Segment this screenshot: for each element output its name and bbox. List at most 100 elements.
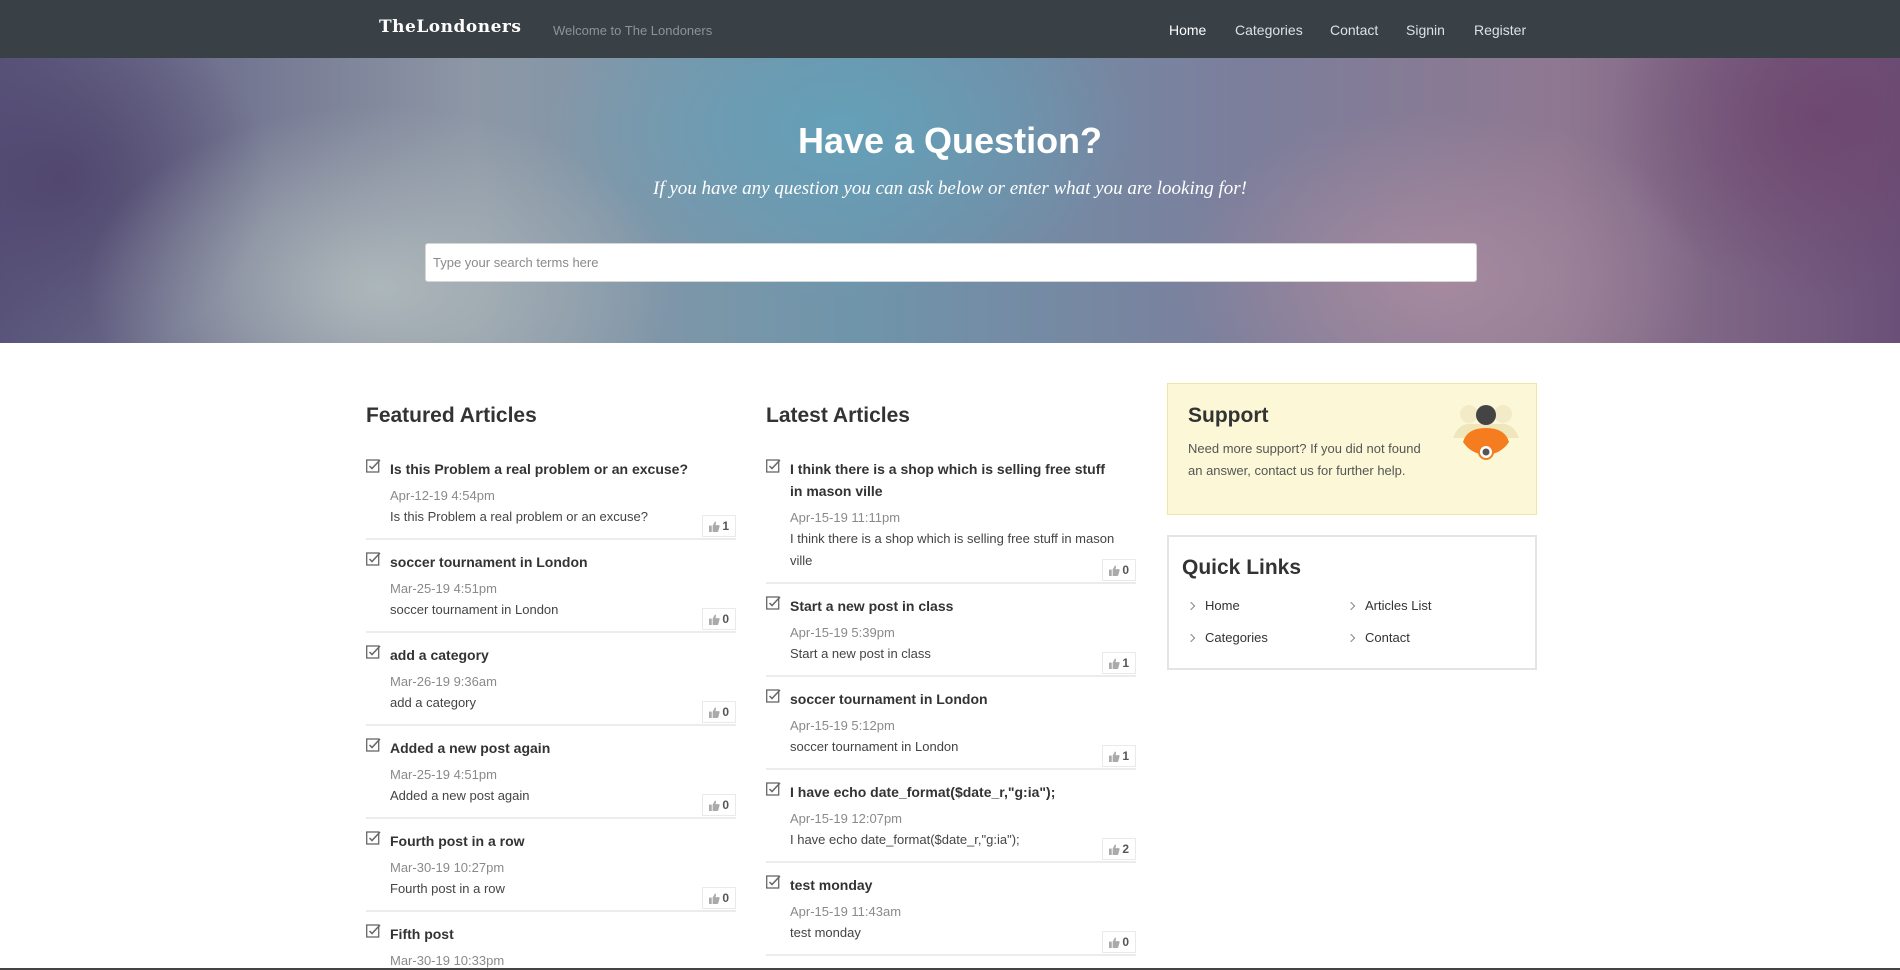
edit-check-icon (766, 689, 781, 703)
article-divider (766, 861, 1136, 863)
like-button[interactable]: 0 (702, 887, 736, 909)
article-excerpt: Start a new post in class (790, 646, 931, 661)
like-button[interactable]: 0 (702, 794, 736, 816)
like-count: 0 (722, 798, 729, 812)
nav-home[interactable]: Home (1169, 22, 1206, 38)
article-title-link[interactable]: Fifth post (390, 923, 720, 945)
like-button[interactable]: 1 (1102, 745, 1136, 767)
quick-link-label: Articles List (1365, 598, 1432, 613)
quick-links-title: Quick Links (1182, 556, 1302, 579)
article-title-link[interactable]: soccer tournament in London (790, 688, 1120, 710)
latest-article: test monday Apr-15-19 11:43am test monda… (766, 874, 1136, 956)
article-date: Apr-12-19 4:54pm (390, 488, 495, 503)
support-agent-icon (1453, 405, 1519, 460)
thumbs-up-icon (1109, 658, 1120, 669)
article-title-link[interactable]: add a category (390, 644, 720, 666)
quick-link-articles-list[interactable]: Articles List (1346, 598, 1432, 613)
article-title-link[interactable]: test monday (790, 874, 1120, 896)
article-date: Apr-15-19 11:43am (790, 904, 902, 919)
thumbs-up-icon (1109, 751, 1120, 762)
like-count: 1 (722, 519, 729, 533)
edit-check-icon (366, 552, 381, 566)
edit-check-icon (366, 645, 381, 659)
quick-link-home[interactable]: Home (1186, 598, 1240, 613)
chevron-right-icon (1346, 601, 1356, 611)
article-divider (766, 768, 1136, 770)
article-divider (766, 954, 1136, 956)
like-count: 2 (1122, 842, 1129, 856)
thumbs-up-icon (709, 893, 720, 904)
article-title-link[interactable]: Added a new post again (390, 737, 720, 759)
article-divider (366, 910, 736, 912)
article-title-link[interactable]: soccer tournament in London (390, 551, 720, 573)
thumbs-up-icon (709, 707, 720, 718)
quick-link-categories[interactable]: Categories (1186, 630, 1268, 645)
featured-article: Is this Problem a real problem or an exc… (366, 458, 736, 540)
chevron-right-icon (1186, 601, 1196, 611)
like-count: 0 (1122, 563, 1129, 577)
latest-article: I have echo date_format($date_r,"g:ia");… (766, 781, 1136, 863)
article-divider (766, 582, 1136, 584)
edit-check-icon (766, 782, 781, 796)
nav-categories[interactable]: Categories (1235, 22, 1303, 38)
like-count: 0 (1122, 935, 1129, 949)
hero-subtitle: If you have any question you can ask bel… (653, 178, 1247, 199)
featured-article: soccer tournament in London Mar-25-19 4:… (366, 551, 736, 633)
article-title-link[interactable]: Fourth post in a row (390, 830, 720, 852)
like-button[interactable]: 0 (1102, 559, 1136, 581)
nav-contact[interactable]: Contact (1330, 22, 1378, 38)
site-logo[interactable]: TheLondoners (379, 17, 521, 37)
article-title-link[interactable]: I have echo date_format($date_r,"g:ia"); (790, 781, 1120, 803)
quick-link-contact[interactable]: Contact (1346, 630, 1410, 645)
article-divider (766, 675, 1136, 677)
like-button[interactable]: 0 (1102, 931, 1136, 953)
featured-article: Fifth post Mar-30-19 10:33pm (366, 923, 736, 970)
article-title-link[interactable]: Start a new post in class (790, 595, 1120, 617)
quick-links-widget: Quick Links Home Articles List Categorie… (1167, 535, 1537, 670)
like-count: 0 (722, 705, 729, 719)
edit-check-icon (366, 831, 381, 845)
like-button[interactable]: 2 (1102, 838, 1136, 860)
latest-article: I think there is a shop which is selling… (766, 458, 1136, 584)
featured-article: add a category Mar-26-19 9:36am add a ca… (366, 644, 736, 726)
featured-article: Fourth post in a row Mar-30-19 10:27pm F… (366, 830, 736, 912)
search-input[interactable] (425, 243, 1477, 282)
latest-article: Start a new post in class Apr-15-19 5:39… (766, 595, 1136, 677)
article-excerpt: Is this Problem a real problem or an exc… (390, 509, 648, 524)
top-navbar: TheLondoners Welcome to The Londoners Ho… (0, 0, 1900, 58)
thumbs-up-icon (1109, 844, 1120, 855)
article-excerpt: add a category (390, 695, 477, 710)
article-divider (366, 817, 736, 819)
like-button[interactable]: 1 (702, 515, 736, 537)
like-button[interactable]: 0 (702, 701, 736, 723)
edit-check-icon (766, 875, 781, 889)
nav-register[interactable]: Register (1474, 22, 1526, 38)
article-excerpt: soccer tournament in London (390, 602, 559, 617)
article-title-link[interactable]: Is this Problem a real problem or an exc… (390, 458, 720, 480)
like-button[interactable]: 1 (1102, 652, 1136, 674)
edit-check-icon (766, 459, 781, 473)
latest-articles-heading: Latest Articles (766, 404, 910, 427)
article-excerpt: Fourth post in a row (390, 881, 505, 896)
article-excerpt: soccer tournament in London (790, 739, 959, 754)
article-title-link[interactable]: I think there is a shop which is selling… (790, 458, 1120, 502)
article-divider (366, 631, 736, 633)
article-date: Mar-25-19 4:51pm (390, 581, 497, 596)
like-count: 1 (1122, 656, 1129, 670)
hero-banner: Have a Question? If you have any questio… (0, 58, 1900, 343)
like-count: 0 (722, 891, 729, 905)
thumbs-up-icon (709, 521, 720, 532)
quick-link-label: Home (1205, 598, 1240, 613)
article-date: Apr-15-19 11:11pm (790, 510, 901, 525)
edit-check-icon (366, 738, 381, 752)
like-count: 0 (722, 612, 729, 626)
edit-check-icon (366, 924, 381, 938)
article-date: Mar-30-19 10:27pm (390, 860, 505, 875)
like-button[interactable]: 0 (702, 608, 736, 630)
quick-link-label: Categories (1205, 630, 1268, 645)
nav-signin[interactable]: Signin (1406, 22, 1445, 38)
latest-article: soccer tournament in London Apr-15-19 5:… (766, 688, 1136, 770)
support-title: Support (1188, 404, 1269, 427)
support-text: Need more support? If you did not found … (1188, 441, 1421, 478)
edit-check-icon (766, 596, 781, 610)
